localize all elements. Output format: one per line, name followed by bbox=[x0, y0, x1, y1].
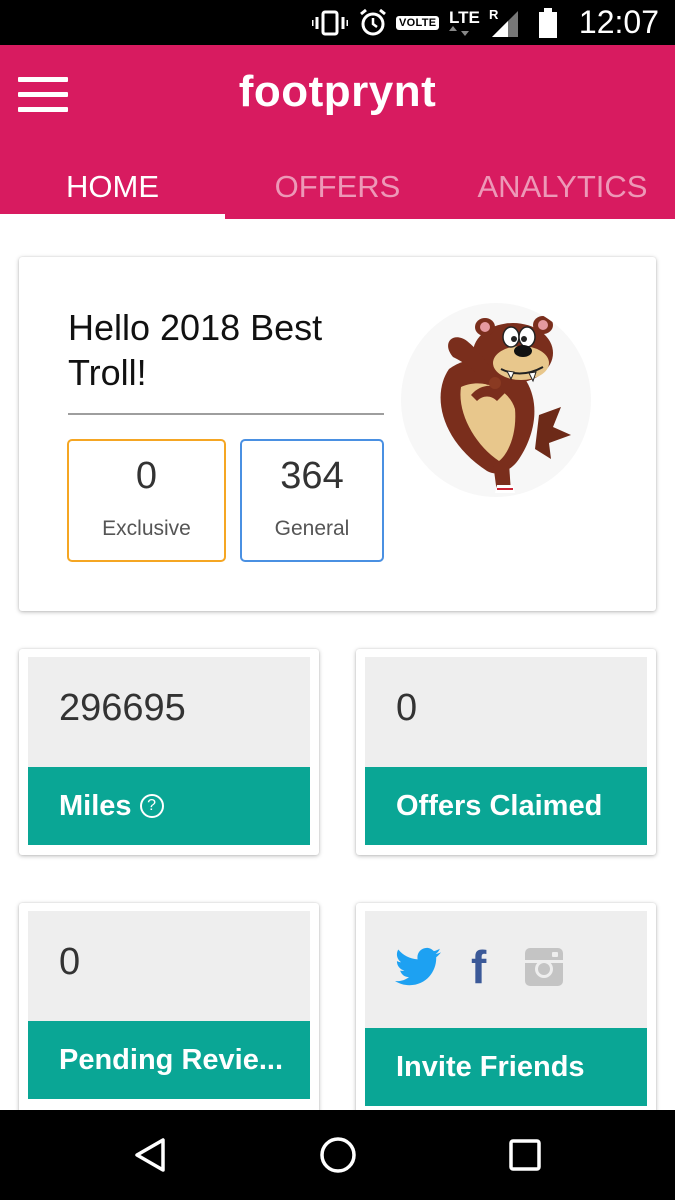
clock: 12:07 bbox=[578, 4, 659, 40]
miles-label-bar[interactable]: Miles ? bbox=[28, 767, 310, 845]
battery-icon bbox=[538, 0, 558, 45]
home-icon[interactable] bbox=[288, 1110, 388, 1200]
app-bar: footprynt HOME OFFERS ANALYTICS bbox=[0, 45, 675, 219]
tab-bar: HOME OFFERS ANALYTICS bbox=[0, 155, 675, 219]
offers-claimed-card[interactable]: 0 Offers Claimed bbox=[356, 649, 656, 855]
social-icons-panel: f bbox=[365, 911, 647, 1028]
recents-icon[interactable] bbox=[475, 1110, 575, 1200]
twitter-icon[interactable] bbox=[395, 939, 441, 995]
pending-reviews-label: Pending Revie... bbox=[59, 1043, 283, 1076]
exclusive-count-box[interactable]: 0 Exclusive bbox=[67, 439, 226, 562]
offers-claimed-label-bar[interactable]: Offers Claimed bbox=[365, 767, 647, 845]
back-icon[interactable] bbox=[100, 1110, 200, 1200]
pending-reviews-value-panel: 0 bbox=[28, 911, 310, 1021]
data-arrows-icon bbox=[449, 26, 469, 36]
tasmanian-devil-avatar bbox=[440, 316, 571, 493]
offers-claimed-value-panel: 0 bbox=[365, 657, 647, 767]
app-screen: VOLTE LTE R 12:07 footprynt HOME OFFERS … bbox=[0, 0, 675, 1200]
offers-claimed-value: 0 bbox=[396, 687, 418, 729]
miles-card[interactable]: 296695 Miles ? bbox=[19, 649, 319, 855]
app-title: footprynt bbox=[238, 67, 437, 116]
tab-analytics[interactable]: ANALYTICS bbox=[450, 155, 675, 219]
miles-value-panel: 296695 bbox=[28, 657, 310, 767]
avatar[interactable] bbox=[401, 303, 591, 497]
alarm-icon bbox=[358, 0, 388, 45]
tab-home[interactable]: HOME bbox=[0, 155, 225, 219]
network-type: LTE bbox=[449, 8, 480, 27]
navigation-bar bbox=[0, 1110, 675, 1200]
facebook-icon[interactable]: f bbox=[471, 939, 486, 995]
pending-reviews-value: 0 bbox=[59, 941, 81, 983]
exclusive-label: Exclusive bbox=[102, 517, 191, 540]
invite-friends-card[interactable]: f Invite Friends bbox=[356, 903, 656, 1123]
tab-offers[interactable]: OFFERS bbox=[225, 155, 450, 219]
divider bbox=[68, 413, 384, 415]
offers-claimed-label: Offers Claimed bbox=[396, 789, 603, 822]
general-count: 364 bbox=[280, 455, 344, 497]
status-bar: VOLTE LTE R 12:07 bbox=[0, 0, 675, 45]
help-icon[interactable]: ? bbox=[139, 794, 164, 818]
instagram-icon[interactable] bbox=[525, 939, 563, 995]
pending-reviews-card[interactable]: 0 Pending Revie... bbox=[19, 903, 319, 1123]
miles-value: 296695 bbox=[59, 687, 186, 729]
greeting-text: Hello 2018 Best Troll! bbox=[68, 307, 323, 393]
pending-reviews-label-bar[interactable]: Pending Revie... bbox=[28, 1021, 310, 1099]
invite-friends-label: Invite Friends bbox=[396, 1050, 585, 1083]
general-count-box[interactable]: 364 General bbox=[240, 439, 384, 562]
vibrate-icon bbox=[312, 0, 348, 45]
general-label: General bbox=[274, 517, 350, 540]
volte-badge: VOLTE bbox=[396, 15, 440, 30]
miles-label: Miles bbox=[59, 789, 132, 822]
exclusive-count: 0 bbox=[135, 455, 158, 497]
profile-card: Hello 2018 Best Troll! 0 Exclusive 364 G… bbox=[19, 257, 656, 611]
signal-icon bbox=[490, 0, 518, 45]
invite-friends-button[interactable]: Invite Friends bbox=[365, 1028, 647, 1106]
